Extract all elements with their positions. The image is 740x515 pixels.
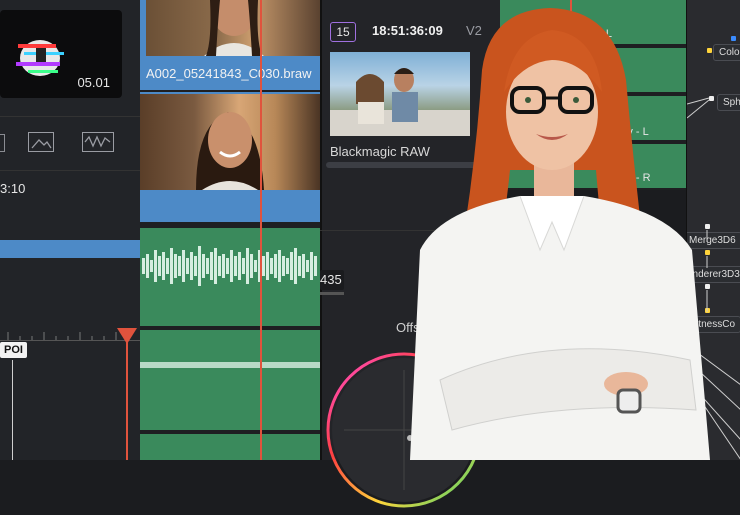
timeline-clips: A002_05241843_C030.braw	[140, 0, 320, 460]
playhead-line-left	[126, 340, 128, 460]
left-panel: 05.01 3:10 POI	[0, 0, 140, 460]
presenter-illustration	[400, 0, 720, 460]
playhead-line	[260, 0, 262, 460]
clip-number: 05.01	[77, 75, 110, 90]
timecode-partial: 3:10	[0, 181, 26, 196]
divider	[0, 170, 140, 171]
poi-marker[interactable]: POI	[0, 342, 27, 358]
audio-clip-2[interactable]	[140, 330, 320, 430]
waveform	[142, 246, 317, 286]
image-tool-icon[interactable]	[28, 132, 54, 152]
media-thumbnail[interactable]: 05.01	[0, 10, 122, 98]
partial-tool-icon[interactable]	[0, 134, 5, 152]
video-track-bar	[0, 240, 140, 258]
video-clip-top[interactable]: A002_05241843_C030.braw	[140, 0, 320, 90]
waveform-tool-icon[interactable]	[82, 132, 114, 152]
glitch-logo-icon	[14, 32, 74, 82]
clip-thumbnail-woman	[146, 0, 320, 56]
badge-15[interactable]: 15	[330, 22, 356, 42]
audio-clip-1[interactable]	[140, 228, 320, 326]
value-label: 435	[320, 272, 342, 287]
clip-thumbnail-woman-2	[140, 94, 320, 190]
value-field[interactable]: 435	[320, 270, 344, 290]
audio-clip-3[interactable]	[140, 434, 320, 460]
divider	[0, 116, 140, 117]
value-slider[interactable]	[320, 292, 344, 295]
poi-label: POI	[4, 344, 23, 356]
poi-line	[12, 360, 13, 460]
clip-name: A002_05241843_C030.braw	[146, 66, 312, 81]
video-clip-bottom[interactable]	[140, 92, 320, 222]
